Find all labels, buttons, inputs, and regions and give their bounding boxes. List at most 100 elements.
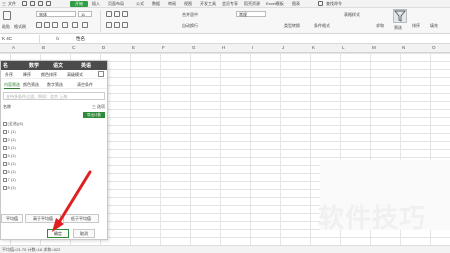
sort-asc-button[interactable]: 升序 xyxy=(5,72,13,78)
list-item[interactable]: 4 (1) xyxy=(3,153,16,158)
align-bottom-icon[interactable] xyxy=(122,11,128,17)
tab-insert[interactable]: 插入 xyxy=(92,1,100,7)
column-header[interactable]: I xyxy=(252,45,253,50)
column-header[interactable]: E xyxy=(132,45,135,50)
tab-view[interactable]: 视图 xyxy=(184,1,192,7)
undo-icon[interactable] xyxy=(38,1,43,6)
conditional-format-button[interactable]: 条件格式 xyxy=(314,23,330,29)
underline-icon[interactable] xyxy=(52,22,58,28)
tab-docer[interactable]: 稻壳资源 xyxy=(244,1,260,7)
align-top-icon[interactable] xyxy=(106,11,112,17)
list-item[interactable]: 8 (1) xyxy=(3,185,16,190)
cancel-button[interactable]: 取消 xyxy=(73,229,95,238)
header-cell-chinese[interactable]: 语文 xyxy=(53,62,63,69)
fx-icon[interactable]: fx xyxy=(56,35,60,43)
list-item[interactable]: 6 (1) xyxy=(3,169,16,174)
name-box[interactable]: K 4C xyxy=(0,35,40,43)
column-header[interactable]: B xyxy=(42,45,45,50)
column-header[interactable]: M xyxy=(372,45,376,50)
above-average-button[interactable]: 高于平均值 xyxy=(25,214,61,223)
checkbox[interactable] xyxy=(3,146,7,150)
menu-file[interactable]: 文件 xyxy=(8,1,16,7)
search-command[interactable]: 查找命令 xyxy=(326,1,342,7)
italic-icon[interactable] xyxy=(44,22,50,28)
column-header[interactable]: G xyxy=(192,45,196,50)
below-average-button[interactable]: 低于平均值 xyxy=(63,214,99,223)
column-header[interactable]: C xyxy=(72,45,75,50)
column-header[interactable]: O xyxy=(432,45,436,50)
tab-start[interactable]: 开始 xyxy=(70,1,88,7)
advanced-mode-toggle[interactable]: 高级模式 xyxy=(67,72,83,78)
column-header[interactable]: F xyxy=(162,45,165,50)
font-size-select[interactable]: 11 xyxy=(78,11,92,17)
bold-icon[interactable] xyxy=(36,22,42,28)
column-header[interactable]: A xyxy=(12,45,15,50)
menu-item[interactable]: 三 xyxy=(2,1,6,7)
number-format-select[interactable]: 常规 xyxy=(236,11,266,17)
checkbox[interactable] xyxy=(3,138,7,142)
print-icon[interactable] xyxy=(30,1,35,6)
merge-center-button[interactable]: 合并居中 xyxy=(182,12,198,18)
list-item[interactable]: 1 (1) xyxy=(3,129,16,134)
average-button[interactable]: 平均值 xyxy=(1,214,23,223)
align-right-icon[interactable] xyxy=(122,22,128,28)
tab-formula[interactable]: 公式 xyxy=(136,1,144,7)
column-header[interactable]: L xyxy=(342,45,345,50)
tab-member[interactable]: 会员专享 xyxy=(222,1,238,7)
paste-icon[interactable] xyxy=(3,11,11,20)
ok-button[interactable]: 确定 xyxy=(47,229,69,238)
font-color-icon[interactable] xyxy=(82,22,88,28)
align-center-icon[interactable] xyxy=(114,22,120,28)
tab-color-filter[interactable]: 颜色筛选 xyxy=(23,82,39,88)
header-cell-english[interactable]: 英语 xyxy=(81,62,91,69)
tab-number-filter[interactable]: 数字筛选 xyxy=(47,82,63,88)
checkbox[interactable] xyxy=(3,122,7,126)
border-icon[interactable] xyxy=(62,22,68,28)
column-header[interactable]: J xyxy=(282,45,284,50)
filter-search-input[interactable]: 支持多条件过滤，例如：北京 上海 xyxy=(3,92,105,100)
clear-conditions-button[interactable]: 清空条件 xyxy=(77,82,93,88)
column-header[interactable]: K xyxy=(312,45,315,50)
checkbox[interactable] xyxy=(3,130,7,134)
checkbox[interactable] xyxy=(3,178,7,182)
list-item[interactable]: 3 (1) xyxy=(3,145,16,150)
tab-page-layout[interactable]: 页面布局 xyxy=(108,1,124,7)
sort-desc-button[interactable]: 降序 xyxy=(23,72,31,78)
redo-icon[interactable] xyxy=(46,1,51,6)
tab-excel-template[interactable]: Excel模板 xyxy=(266,1,284,7)
type-convert-button[interactable]: 类型转换 xyxy=(284,23,300,29)
fill-button[interactable]: 填充 xyxy=(430,23,438,29)
column-header[interactable]: H xyxy=(222,45,225,50)
header-cell-name[interactable]: 名 xyxy=(3,62,8,69)
format-brush[interactable]: 格式刷 xyxy=(14,24,26,30)
font-name-select[interactable]: 宋体 xyxy=(36,11,76,17)
close-icon[interactable] xyxy=(98,71,104,77)
formula-input[interactable]: 性名 xyxy=(76,35,85,43)
color-sort-button[interactable]: 颜色排序 xyxy=(41,72,57,78)
wrap-text-button[interactable]: 自动换行 xyxy=(182,23,198,29)
list-item[interactable]: (全选)(6) xyxy=(3,121,23,127)
list-item[interactable]: 2 (1) xyxy=(3,137,16,142)
tab-content-filter[interactable]: 内容筛选 xyxy=(4,82,20,89)
align-left-icon[interactable] xyxy=(106,22,112,28)
tab-review[interactable]: 审阅 xyxy=(168,1,176,7)
sort-button[interactable]: 排序 xyxy=(412,23,420,29)
header-cell-math[interactable]: 数学 xyxy=(29,62,39,69)
fill-color-icon[interactable] xyxy=(72,22,78,28)
save-icon[interactable] xyxy=(22,1,27,6)
table-style-button[interactable]: 表格样式 xyxy=(344,12,360,18)
tab-data[interactable]: 数据 xyxy=(152,1,160,7)
tab-developer[interactable]: 开发工具 xyxy=(200,1,216,7)
align-middle-icon[interactable] xyxy=(114,11,120,17)
checkbox[interactable] xyxy=(3,162,7,166)
checkbox[interactable] xyxy=(3,154,7,158)
export-count-button[interactable]: 导出计数 xyxy=(83,112,105,118)
checkbox[interactable] xyxy=(3,170,7,174)
column-header[interactable]: N xyxy=(402,45,405,50)
search-icon[interactable] xyxy=(318,1,323,6)
checkbox[interactable] xyxy=(3,186,7,190)
sum-button[interactable]: 求和 xyxy=(376,23,384,29)
column-header[interactable]: D xyxy=(102,45,105,50)
list-item[interactable]: 5 (1) xyxy=(3,161,16,166)
list-item[interactable]: 7 (1) xyxy=(3,177,16,182)
